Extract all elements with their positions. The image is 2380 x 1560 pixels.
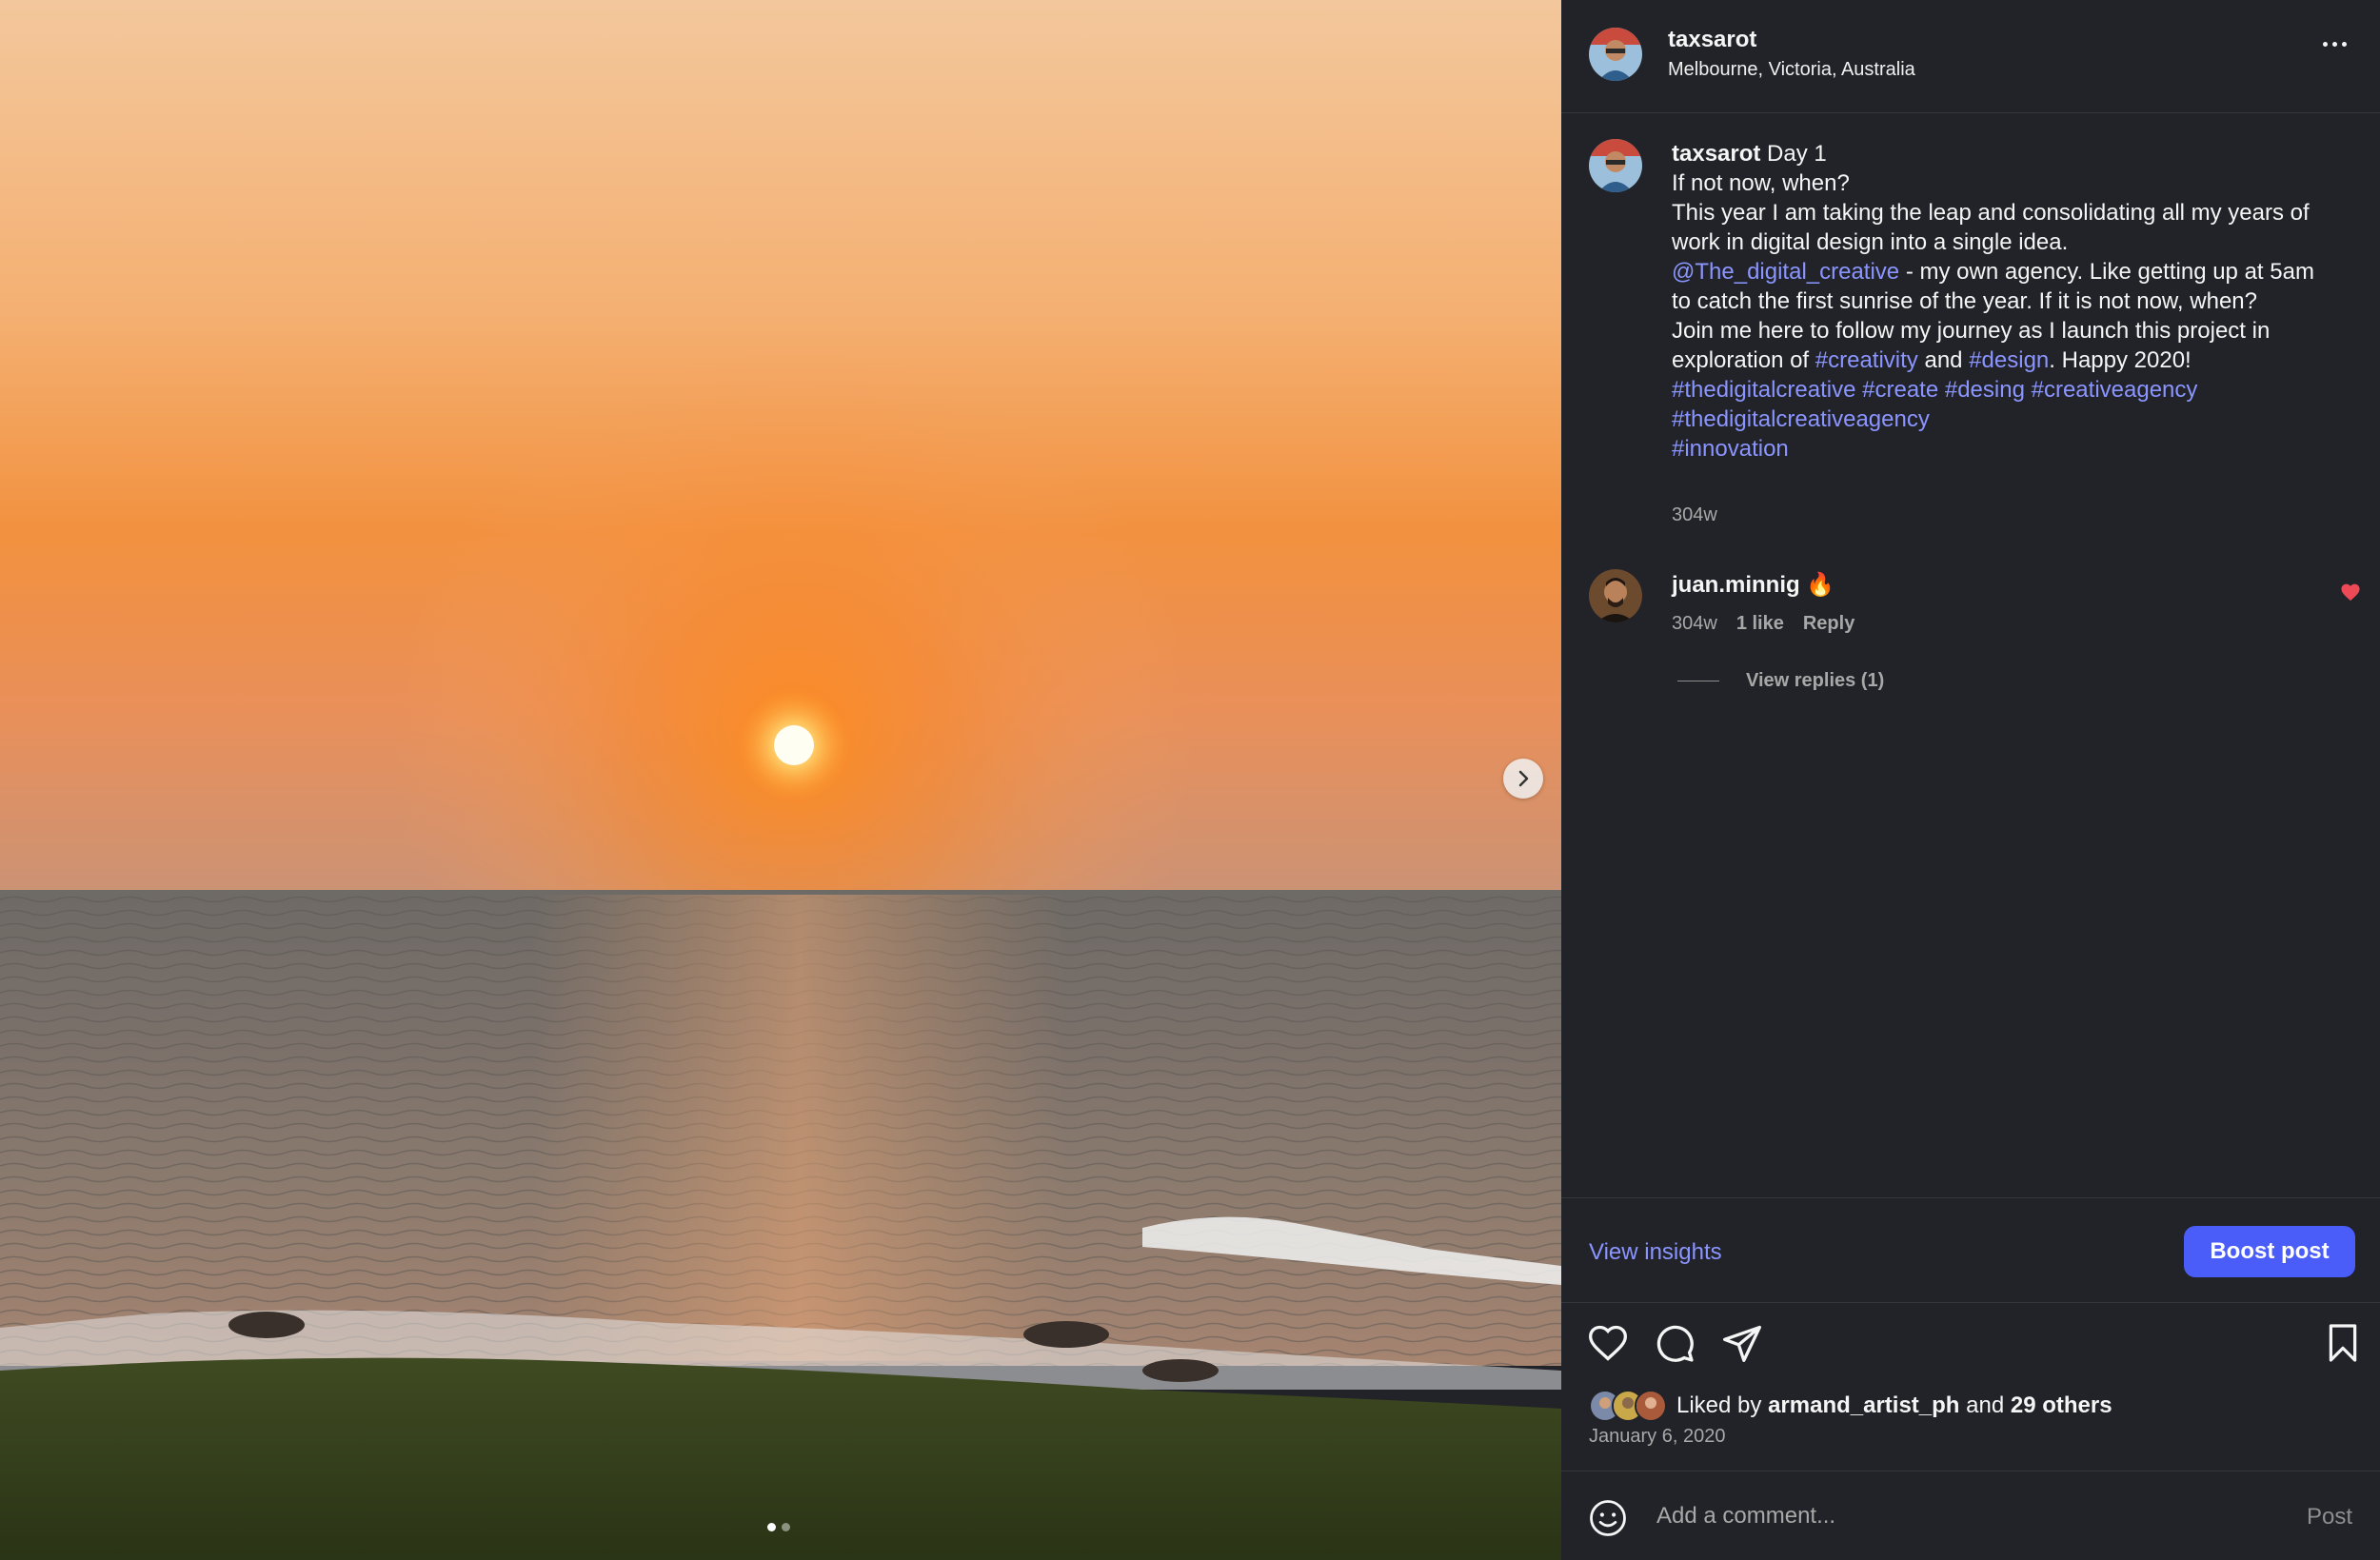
view-insights-link[interactable]: View insights xyxy=(1589,1239,1722,1266)
comment-icon xyxy=(1656,1325,1694,1362)
hashtag-link[interactable]: #creativity xyxy=(1815,347,1918,373)
liker-avatar[interactable] xyxy=(1635,1390,1667,1422)
caption-line: Day 1 xyxy=(1767,141,1827,167)
comment-username[interactable]: juan.minnig xyxy=(1672,572,1800,598)
comment-meta: 304w 1 like Reply xyxy=(1672,613,1854,635)
comment-like-button[interactable] xyxy=(2340,583,2361,606)
post-side-panel: taxsarot Melbourne, Victoria, Australia … xyxy=(1561,0,2380,1560)
hashtag-link[interactable]: #create xyxy=(1862,377,1938,403)
header-divider xyxy=(1561,112,2380,113)
caption-username[interactable]: taxsarot xyxy=(1672,141,1760,167)
view-replies-button[interactable]: View replies (1) xyxy=(1677,670,1884,692)
author-avatar[interactable] xyxy=(1589,28,1642,81)
view-replies-label: View replies (1) xyxy=(1746,670,1885,691)
post-photo xyxy=(0,0,1561,1560)
bookmark-icon xyxy=(2329,1324,2357,1362)
next-photo-button[interactable] xyxy=(1503,759,1543,799)
liked-prefix: Liked by xyxy=(1676,1392,1762,1418)
share-icon xyxy=(1723,1325,1761,1362)
author-username[interactable]: taxsarot xyxy=(1668,27,1756,53)
heart-icon xyxy=(1589,1325,1627,1361)
sunrise-photo xyxy=(0,0,1561,1560)
hashtag-link[interactable]: #desing xyxy=(1945,377,2025,403)
actions-divider xyxy=(1561,1302,2380,1303)
liked-user[interactable]: armand_artist_ph xyxy=(1768,1392,1959,1418)
comment-likes[interactable]: 1 like xyxy=(1736,613,1784,635)
caption-timestamp[interactable]: 304w xyxy=(1672,504,1717,526)
carousel-dot-active xyxy=(767,1523,776,1531)
post-date[interactable]: January 6, 2020 xyxy=(1589,1426,1725,1448)
caption-line: . Happy 2020! xyxy=(2049,347,2192,373)
boost-post-button[interactable]: Boost post xyxy=(2184,1226,2355,1277)
post-caption: taxsarot Day 1 If not now, when? This ye… xyxy=(1672,139,2329,464)
emoji-button[interactable] xyxy=(1588,1498,1628,1543)
save-button[interactable] xyxy=(2326,1322,2360,1369)
liked-by-text: Liked by armand_artist_ph and 29 others xyxy=(1676,1392,2112,1419)
liked-middle: and xyxy=(1966,1392,2005,1418)
comment: juan.minnig 🔥 xyxy=(1672,571,1835,599)
caption-line: If not now, when? xyxy=(1672,170,1850,196)
emoji-icon xyxy=(1590,1500,1626,1536)
hashtag-link[interactable]: #thedigitalcreativeagency xyxy=(1672,406,1930,432)
hashtag-link[interactable]: #creativeagency xyxy=(2032,377,2198,403)
comment-input[interactable] xyxy=(1655,1496,2230,1536)
commenter-avatar[interactable] xyxy=(1589,569,1642,622)
carousel-dots xyxy=(767,1523,790,1531)
caption-line: This year I am taking the leap and conso… xyxy=(1672,200,2310,255)
post-comment-button[interactable]: Post xyxy=(2307,1504,2352,1530)
post-location[interactable]: Melbourne, Victoria, Australia xyxy=(1668,59,1915,81)
chevron-right-icon xyxy=(1518,770,1529,787)
share-button[interactable] xyxy=(1721,1322,1763,1369)
carousel-dot xyxy=(782,1523,790,1531)
reply-button[interactable]: Reply xyxy=(1803,613,1854,635)
caption-line: and xyxy=(1917,347,1970,373)
heart-filled-icon xyxy=(2341,583,2360,602)
caption-avatar[interactable] xyxy=(1589,139,1642,192)
liked-others[interactable]: 29 others xyxy=(2011,1392,2112,1418)
hashtag-link[interactable]: #innovation xyxy=(1672,436,1789,462)
like-button[interactable] xyxy=(1587,1323,1629,1368)
more-icon[interactable] xyxy=(2323,42,2347,47)
comment-timestamp[interactable]: 304w xyxy=(1672,613,1717,635)
hashtag-link[interactable]: #design xyxy=(1969,347,2049,373)
mention-link[interactable]: @The_digital_creative xyxy=(1672,259,1899,285)
hashtag-link[interactable]: #thedigitalcreative xyxy=(1672,377,1855,403)
insights-divider xyxy=(1561,1197,2380,1198)
comment-text: 🔥 xyxy=(1806,572,1835,598)
liked-by: Liked by armand_artist_ph and 29 others xyxy=(1589,1390,2112,1422)
comment-button[interactable] xyxy=(1654,1322,1696,1369)
